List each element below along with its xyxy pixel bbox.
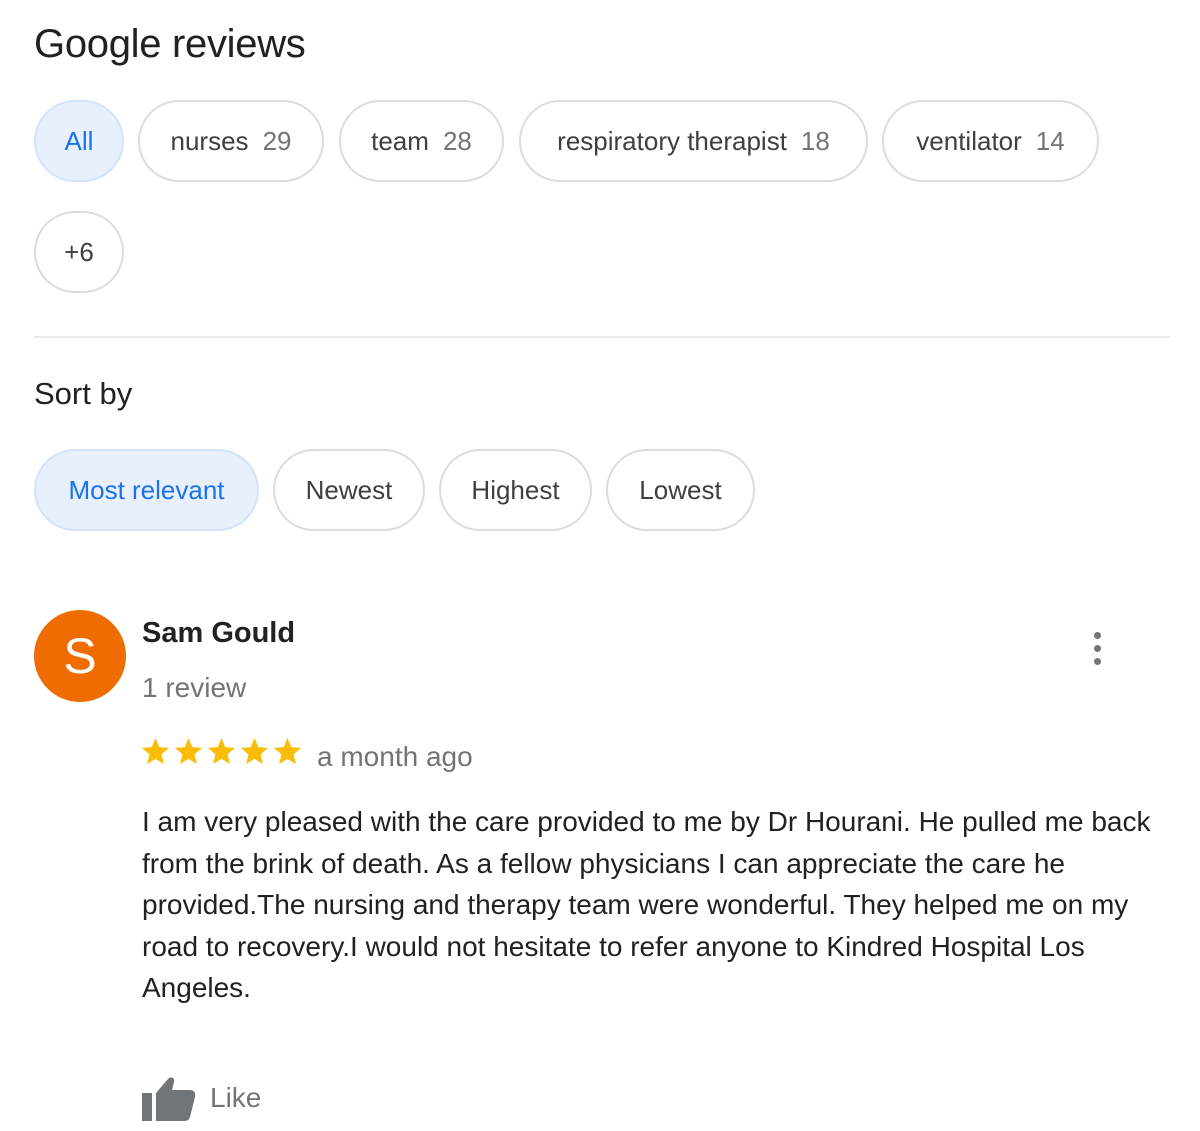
chip-count: 14 [1035, 125, 1065, 156]
reviewer-review-count: 1 review [142, 672, 247, 703]
chip-label: Highest [471, 474, 560, 505]
sort-chip-highest[interactable]: Highest [439, 449, 592, 531]
star-icon [240, 737, 269, 765]
star-icon [207, 737, 236, 765]
topic-chip-respiratory-therapist[interactable]: respiratory therapist 18 [519, 100, 868, 182]
menu-dot [1093, 631, 1101, 639]
star-icon [141, 737, 170, 765]
topic-chip-nurses[interactable]: nurses 29 [138, 100, 324, 182]
topic-chip-more[interactable]: +6 [34, 211, 124, 293]
chip-label: respiratory therapist [557, 125, 787, 156]
chip-label: Newest [305, 474, 393, 505]
chip-label: nurses [170, 125, 249, 156]
star-icon [273, 737, 302, 765]
chip-label: team [371, 125, 429, 156]
topic-chip-ventilator[interactable]: ventilator 14 [882, 100, 1099, 182]
divider [34, 336, 1170, 338]
review-time: a month ago [317, 741, 473, 772]
chip-label: Lowest [639, 474, 722, 505]
menu-dot [1093, 644, 1101, 652]
star-icon [174, 737, 203, 765]
review-text: I am very pleased with the care provided… [142, 806, 1151, 1003]
avatar[interactable]: S [34, 610, 126, 702]
like-button[interactable]: Like [142, 1072, 261, 1124]
more-vert-icon[interactable] [1082, 626, 1112, 670]
chip-label: Most relevant [68, 474, 225, 505]
chip-label: +6 [64, 236, 94, 267]
chip-label: All [64, 125, 94, 156]
topic-chip-team[interactable]: team 28 [339, 100, 504, 182]
topic-chip-all[interactable]: All [34, 100, 124, 182]
sort-chip-most-relevant[interactable]: Most relevant [34, 449, 259, 531]
chip-count: 28 [442, 125, 472, 156]
sort-chip-lowest[interactable]: Lowest [606, 449, 755, 531]
sort-by-label: Sort by [34, 376, 133, 411]
chip-count: 29 [262, 125, 292, 156]
chip-label: ventilator [916, 125, 1022, 156]
sort-chip-newest[interactable]: Newest [273, 449, 425, 531]
menu-dot [1093, 657, 1101, 665]
reviewer-name[interactable]: Sam Gould [142, 614, 295, 652]
like-label: Like [210, 1082, 262, 1113]
page-title: Google reviews [34, 22, 306, 66]
thumbs-up-icon [142, 1077, 196, 1121]
chip-count: 18 [800, 125, 830, 156]
star-rating [140, 736, 303, 772]
